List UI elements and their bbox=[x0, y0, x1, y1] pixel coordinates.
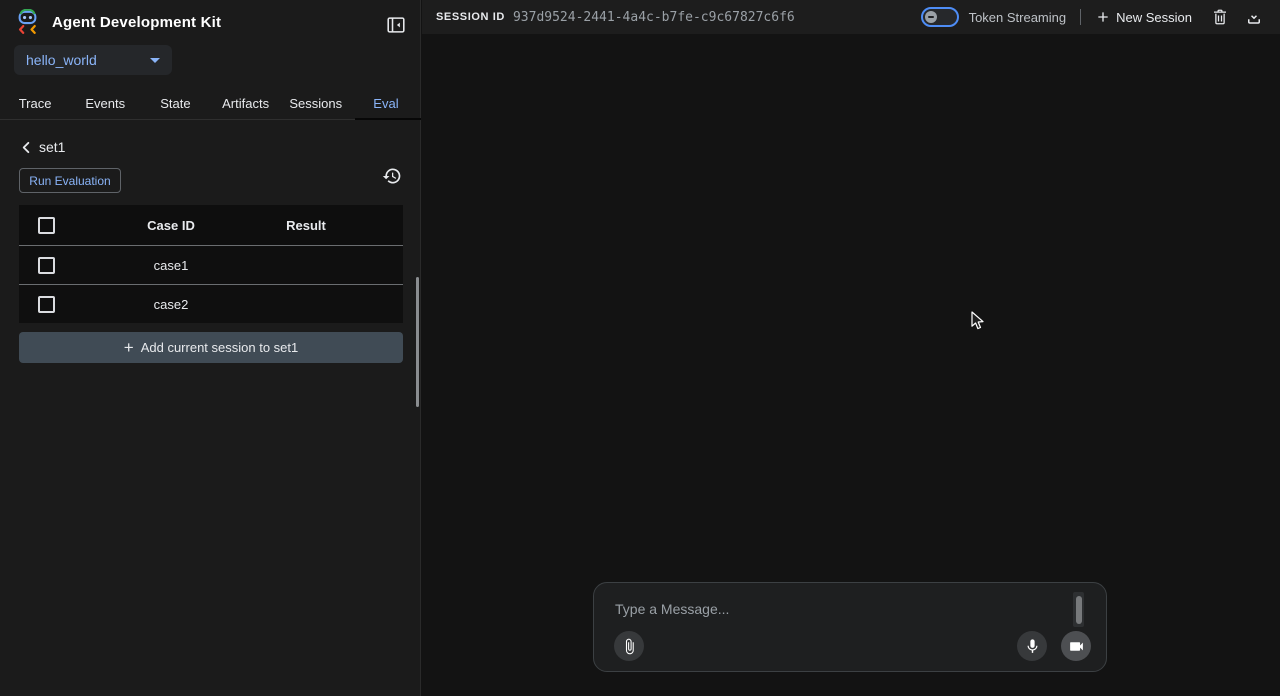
add-current-session-button[interactable]: + Add current session to set1 bbox=[19, 332, 403, 363]
tab-events[interactable]: Events bbox=[70, 88, 140, 119]
session-top-bar: SESSION ID 937d9524-2441-4a4c-b7fe-c9c67… bbox=[422, 0, 1280, 34]
chevron-down-icon bbox=[150, 58, 160, 63]
microphone-button[interactable] bbox=[1017, 631, 1047, 661]
tab-artifacts[interactable]: Artifacts bbox=[211, 88, 281, 119]
videocam-icon bbox=[1068, 638, 1085, 655]
chevron-left-icon bbox=[20, 141, 33, 154]
session-id-label: SESSION ID bbox=[436, 11, 505, 23]
tab-trace[interactable]: Trace bbox=[0, 88, 70, 119]
eval-side-panel: Agent Development Kit hello_world Trace … bbox=[0, 0, 421, 696]
export-session-icon[interactable] bbox=[1242, 5, 1266, 29]
case-id-cell[interactable]: case1 bbox=[91, 258, 251, 273]
agent-select-value: hello_world bbox=[26, 52, 150, 68]
mouse-cursor bbox=[971, 311, 985, 331]
eval-set-name: set1 bbox=[39, 139, 65, 155]
plus-icon: + bbox=[124, 339, 134, 356]
session-id-value: 937d9524-2441-4a4c-b7fe-c9c67827c6f6 bbox=[513, 10, 795, 25]
panel-scrollbar[interactable] bbox=[416, 277, 419, 407]
active-tab-indicator bbox=[355, 118, 421, 120]
table-row[interactable]: case2 bbox=[19, 284, 403, 323]
eval-set-back-row[interactable]: set1 bbox=[20, 138, 65, 156]
chat-main-area: SESSION ID 937d9524-2441-4a4c-b7fe-c9c67… bbox=[422, 0, 1280, 696]
new-session-button[interactable]: New Session bbox=[1095, 9, 1192, 25]
new-session-label: New Session bbox=[1116, 10, 1192, 25]
divider bbox=[1080, 9, 1081, 25]
message-input[interactable] bbox=[615, 598, 1035, 620]
delete-session-icon[interactable] bbox=[1208, 5, 1232, 29]
column-header-case-id: Case ID bbox=[91, 218, 251, 233]
tab-bar: Trace Events State Artifacts Sessions Ev… bbox=[0, 88, 421, 120]
token-streaming-label: Token Streaming bbox=[969, 10, 1067, 25]
select-all-checkbox[interactable] bbox=[38, 217, 55, 234]
microphone-icon bbox=[1024, 638, 1041, 655]
case1-checkbox[interactable] bbox=[38, 257, 55, 274]
eval-history-icon[interactable] bbox=[381, 165, 403, 187]
tab-sessions[interactable]: Sessions bbox=[281, 88, 351, 119]
session-bar-actions: Token Streaming New Session bbox=[921, 5, 1266, 29]
adk-logo-icon bbox=[14, 9, 41, 36]
attach-file-button[interactable] bbox=[614, 631, 644, 661]
eval-cases-table: Case ID Result case1 case2 bbox=[19, 205, 403, 323]
table-row[interactable]: case1 bbox=[19, 245, 403, 284]
collapse-panel-icon[interactable] bbox=[384, 13, 408, 37]
tab-state[interactable]: State bbox=[140, 88, 210, 119]
video-button[interactable] bbox=[1061, 631, 1091, 661]
panel-header: Agent Development Kit bbox=[0, 0, 420, 44]
app-title: Agent Development Kit bbox=[52, 14, 221, 31]
plus-icon bbox=[1095, 9, 1111, 25]
run-evaluation-button[interactable]: Run Evaluation bbox=[19, 168, 121, 193]
column-header-result: Result bbox=[251, 218, 361, 233]
token-streaming-toggle[interactable] bbox=[921, 7, 959, 27]
paperclip-icon bbox=[621, 638, 638, 655]
message-composer bbox=[593, 582, 1107, 672]
case-id-cell[interactable]: case2 bbox=[91, 297, 251, 312]
table-header-row: Case ID Result bbox=[19, 205, 403, 245]
toggle-thumb bbox=[925, 11, 937, 23]
add-session-label: Add current session to set1 bbox=[141, 340, 299, 355]
agent-select-dropdown[interactable]: hello_world bbox=[14, 45, 172, 75]
tab-eval[interactable]: Eval bbox=[351, 88, 421, 119]
composer-scrollbar[interactable] bbox=[1073, 592, 1084, 627]
case2-checkbox[interactable] bbox=[38, 296, 55, 313]
